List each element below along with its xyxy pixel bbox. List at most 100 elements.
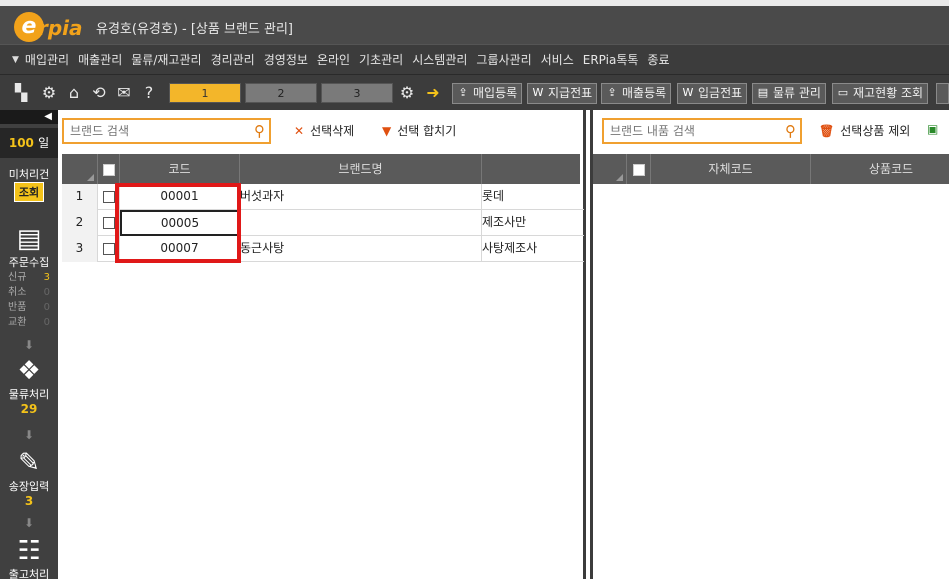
grid-corner xyxy=(62,154,98,184)
edit-icon: ✎ xyxy=(18,448,40,478)
shipping-section[interactable]: ☷ 출고처리 xyxy=(0,536,58,582)
row-checkbox[interactable] xyxy=(98,210,120,236)
sidebar-collapse-icon[interactable]: ◀ xyxy=(0,110,58,124)
help-icon[interactable]: ? xyxy=(140,84,158,102)
inventory-status-button[interactable]: ▭ 재고현황 조회 xyxy=(832,83,929,104)
refresh-icon[interactable]: ⟲ xyxy=(90,84,108,102)
maker-cell[interactable]: 롯데 xyxy=(482,184,580,210)
payment-slip-button[interactable]: W 지급전표 xyxy=(527,83,598,104)
x-icon: ✕ xyxy=(294,124,305,138)
order-collect-section[interactable]: ▤ 주문수집 신규 3 취소 0 반품 0 교환 0 xyxy=(0,224,58,330)
forklift-icon: ▤ xyxy=(757,86,769,99)
sales-register-button[interactable]: ⇪ 매출등록 xyxy=(601,83,672,104)
toolbar: ▚ ⚙ ⌂ ⟲ ✉ ? 1 2 3 ⚙ ➜ ⇪ 매입등록 W 지급전표 ⇪ 매출등록 … xyxy=(0,74,949,110)
table-row[interactable]: 3 00007 동근사탕 사탕제조사 xyxy=(62,236,584,262)
brand-panel: ⚲ ✕선택삭제 ▼선택 합치기 코드 브랜드명 1 00001 버섯과자 롯데 … xyxy=(58,110,586,579)
days-remaining: 100 일 xyxy=(0,128,58,158)
brand-product-search-box: ⚲ xyxy=(602,118,802,144)
brand-search-input[interactable] xyxy=(64,120,244,142)
checklist-icon: ☷ xyxy=(17,536,41,566)
arrow-right-icon[interactable]: ➜ xyxy=(424,84,442,102)
upload-icon: ⇪ xyxy=(458,86,468,99)
maker-cell[interactable]: 사탕제조사 xyxy=(482,236,580,262)
row-checkbox[interactable] xyxy=(98,236,120,262)
logistics-section[interactable]: ❖ 물류처리 29 xyxy=(0,356,58,416)
row-checkbox[interactable] xyxy=(98,184,120,210)
deposit-slip-button[interactable]: W 입금전표 xyxy=(677,83,748,104)
delete-selected-button[interactable]: ✕ 선택삭제 xyxy=(294,122,354,139)
code-cell[interactable]: 00007 xyxy=(120,236,240,262)
brand-name-cell[interactable]: 동근사탕 xyxy=(240,236,482,262)
pending-section: 미처리건 조회 xyxy=(0,166,58,202)
exclude-selected-button[interactable]: 🗑 선택상품 제외 xyxy=(819,122,910,139)
menu-logistics[interactable]: 물류/재고관리 xyxy=(131,51,201,68)
menu-sales[interactable]: 매출관리 xyxy=(78,51,122,68)
row-number: 1 xyxy=(62,184,98,210)
select-all-checkbox[interactable] xyxy=(627,154,651,184)
flow-arrow-icon: ⬇ xyxy=(23,428,35,442)
sidebar: ◀ 100 일 미처리건 조회 ▤ 주문수집 신규 3 취소 0 반품 0 교환 0 ⬇… xyxy=(0,110,58,582)
flow-arrow-icon: ⬇ xyxy=(23,516,35,530)
col-code[interactable]: 코드 xyxy=(120,154,240,184)
row-number: 2 xyxy=(62,210,98,236)
row-number: 3 xyxy=(62,236,98,262)
menu-basic[interactable]: 기초관리 xyxy=(359,51,403,68)
order-collect-label: 주문수집 xyxy=(8,256,50,269)
lookup-button[interactable]: 조회 xyxy=(13,182,45,202)
purchase-register-button[interactable]: ⇪ 매입등록 xyxy=(452,83,523,104)
menu-service[interactable]: 서비스 xyxy=(541,51,574,68)
menu-erpia-talk[interactable]: ERPia톡톡 xyxy=(583,51,639,68)
menu-purchase[interactable]: 매입관리 xyxy=(25,51,69,68)
brand-search-box: ⚲ xyxy=(62,118,271,144)
invoice-count: 3 xyxy=(24,494,34,508)
code-cell[interactable]: 00001 xyxy=(120,184,240,210)
menu-accounting[interactable]: 경리관리 xyxy=(211,51,255,68)
select-all-checkbox[interactable] xyxy=(98,154,120,184)
col-brand-name[interactable]: 브랜드명 xyxy=(240,154,482,184)
w-doc-icon: W xyxy=(682,86,694,99)
invoice-section[interactable]: ✎ 송장입력 3 xyxy=(0,448,58,508)
invoice-label: 송장입력 xyxy=(8,480,50,493)
table-row[interactable]: 1 00001 버섯과자 롯데 xyxy=(62,184,584,210)
shipping-label: 출고처리 xyxy=(8,568,50,581)
code-cell-selected[interactable]: 00005 xyxy=(120,210,240,236)
mail-icon[interactable]: ✉ xyxy=(115,84,133,102)
merge-selected-button[interactable]: ▼ 선택 합치기 xyxy=(382,122,456,139)
workspace-tab-2[interactable]: 2 xyxy=(245,83,317,103)
workspace-tab-3[interactable]: 3 xyxy=(321,83,393,103)
brand-product-search-input[interactable] xyxy=(604,120,774,142)
maker-cell[interactable]: 제조사만 xyxy=(482,210,580,236)
menu-group[interactable]: 그룹사관리 xyxy=(476,51,531,68)
settings-icon[interactable]: ⚙ xyxy=(398,84,416,102)
workspace-tab-1[interactable]: 1 xyxy=(169,83,241,103)
menu-dropdown-icon[interactable]: ▼ xyxy=(12,55,19,65)
brand-products-panel: ⚲ 🗑선택상품 제외 ▣ 자체코드 상품코드 xyxy=(590,110,949,579)
network-icon[interactable]: ▚ xyxy=(12,84,30,102)
table-row[interactable]: 2 00005 제조사만 xyxy=(62,210,584,236)
erpia-logo: e rpia xyxy=(14,12,84,42)
brand-name-cell[interactable] xyxy=(240,210,482,236)
menu-exit[interactable]: 종료 xyxy=(647,51,669,68)
menu-management-info[interactable]: 경영정보 xyxy=(264,51,308,68)
window-title: 유경호(유경호) - [상품 브랜드 관리] xyxy=(96,22,293,37)
gear-icon[interactable]: ⚙ xyxy=(40,84,58,102)
logistics-manage-button[interactable]: ▤ 물류 관리 xyxy=(752,83,826,104)
merge-icon: ▼ xyxy=(382,124,392,138)
home-icon[interactable]: ⌂ xyxy=(65,84,83,102)
search-icon[interactable]: ⚲ xyxy=(254,122,265,140)
upload-icon: ⇪ xyxy=(607,86,617,99)
w-doc-icon: W xyxy=(532,86,544,99)
brand-name-cell[interactable]: 버섯과자 xyxy=(240,184,482,210)
menu-online[interactable]: 온라인 xyxy=(317,51,350,68)
grid-corner xyxy=(593,154,627,184)
col-maker[interactable] xyxy=(482,154,580,184)
menu-bar: ▼ 매입관리 매출관리 물류/재고관리 경리관리 경영정보 온라인 기초관리 시… xyxy=(0,44,949,74)
search-icon[interactable]: ⚲ xyxy=(785,122,796,140)
logistics-count: 29 xyxy=(20,402,38,416)
col-own-code[interactable]: 자체코드 xyxy=(651,154,811,184)
logistics-label: 물류처리 xyxy=(8,388,50,401)
menu-system[interactable]: 시스템관리 xyxy=(412,51,467,68)
toolbar-more-button[interactable] xyxy=(936,83,949,104)
excel-icon[interactable]: ▣ xyxy=(927,122,938,136)
col-product-code[interactable]: 상품코드 xyxy=(811,154,949,184)
